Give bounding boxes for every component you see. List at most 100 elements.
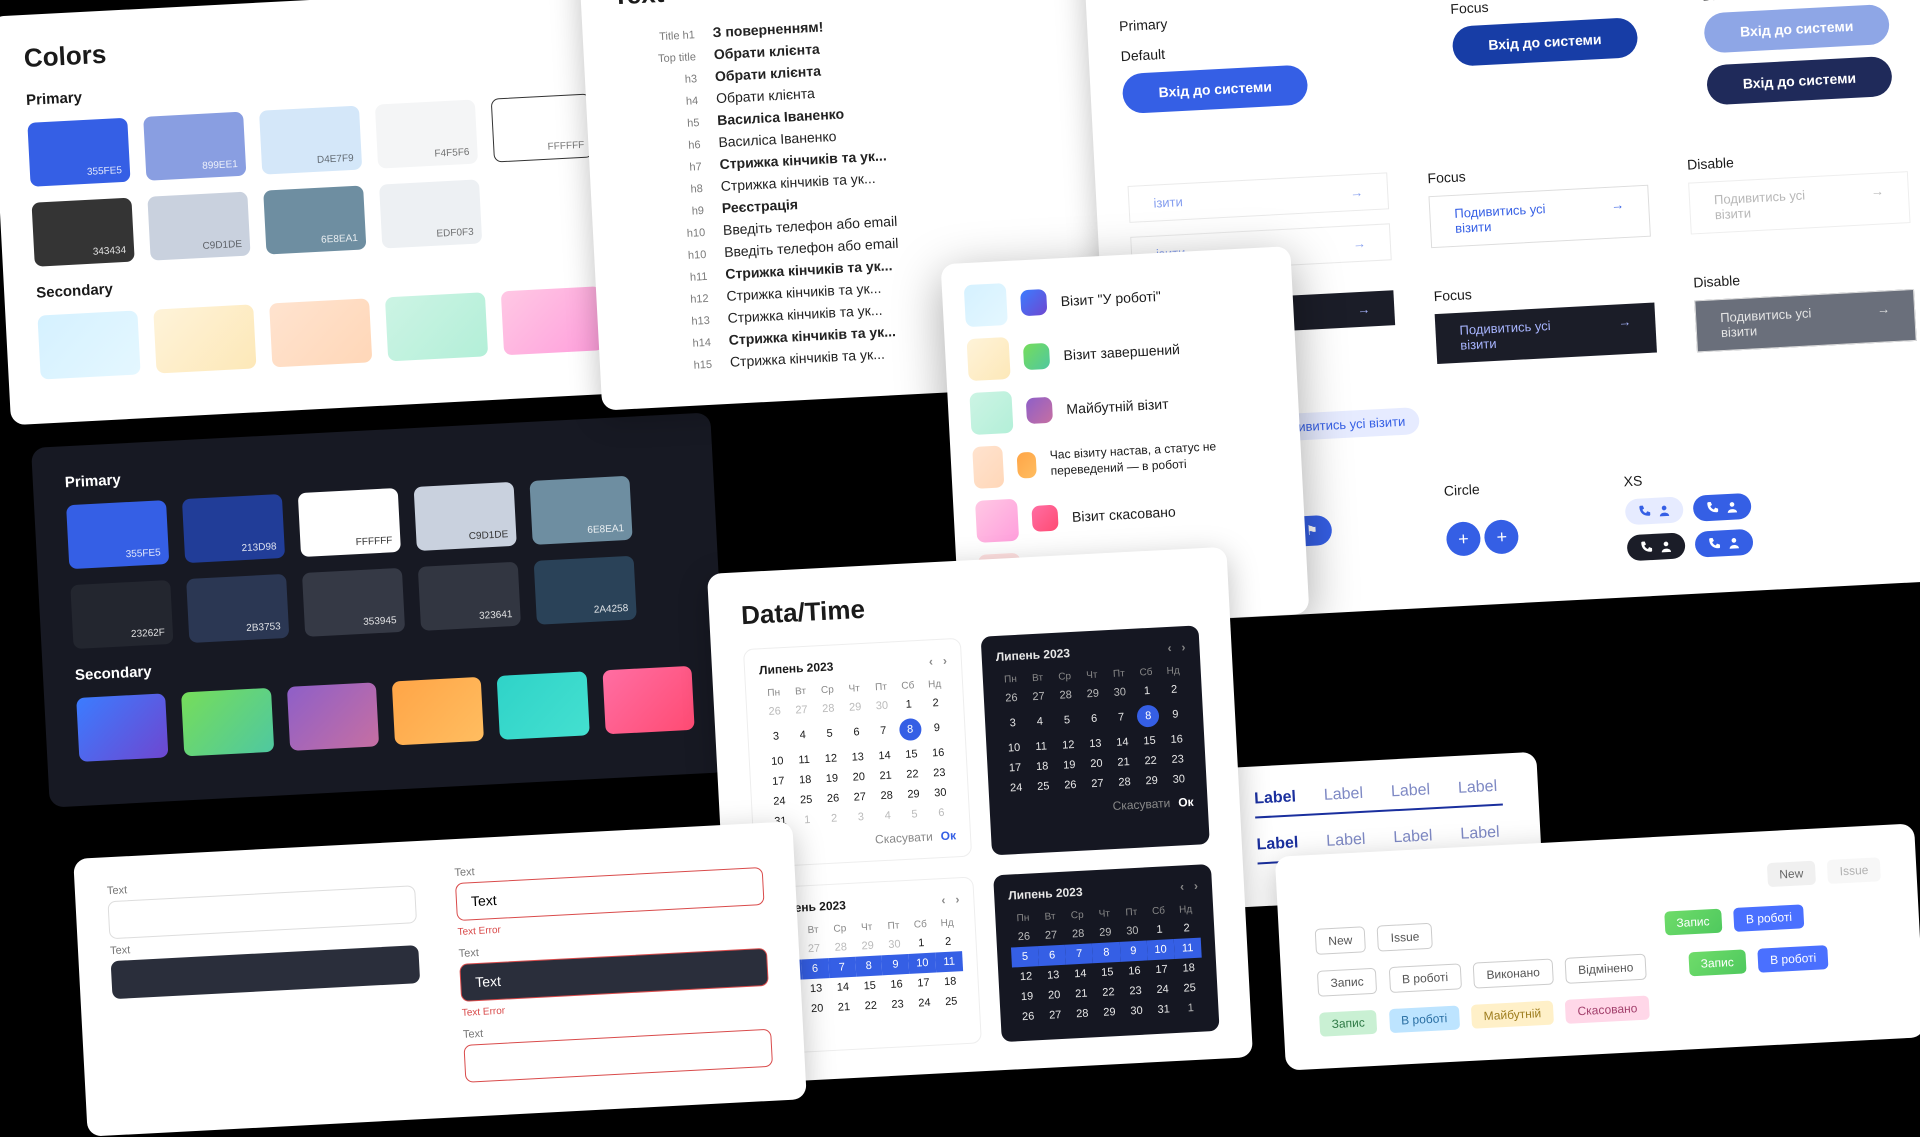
text-row-value: Стрижка кінчиків та ук... xyxy=(719,147,887,172)
swatch: 213D98 xyxy=(182,494,285,563)
swatch: 899EE1 xyxy=(143,112,246,181)
text-row-value: Введіть телефон або email xyxy=(723,213,898,238)
xs-chip[interactable] xyxy=(1693,493,1752,522)
focus-label: Focus xyxy=(1427,159,1648,186)
chevron-left-icon[interactable]: ‹ xyxy=(941,893,946,907)
legend-swatch xyxy=(1031,505,1058,532)
legend-swatch xyxy=(972,445,1004,489)
chevron-right-icon[interactable]: › xyxy=(942,654,947,668)
inputs-card: Text Text Text Text Error Text Text Erro… xyxy=(73,821,807,1136)
tag[interactable]: Issue xyxy=(1377,923,1433,952)
tab[interactable]: Label xyxy=(1460,824,1500,844)
text-row-value: Обрати клієнта xyxy=(715,63,822,85)
phone-icon xyxy=(1637,504,1652,519)
primary-button-dark[interactable]: Вхід до системи xyxy=(1706,56,1893,106)
circle-label: Circle xyxy=(1443,476,1584,499)
tab[interactable]: Label xyxy=(1256,834,1299,854)
user-icon xyxy=(1659,539,1674,554)
tag[interactable]: Запис xyxy=(1317,968,1377,997)
status-tag: Скасовано xyxy=(1565,996,1650,1024)
chevron-right-icon[interactable]: › xyxy=(955,892,960,906)
chevron-right-icon[interactable]: › xyxy=(1181,640,1186,654)
tags-card: New Issue New Issue Запис В роботі Запис… xyxy=(1275,823,1920,1070)
status-tag: Запис xyxy=(1664,909,1722,936)
swatch: C9D1DE xyxy=(147,192,250,261)
status-tag: Запис xyxy=(1319,1010,1377,1037)
primary-button[interactable]: Вхід до системи xyxy=(1122,64,1309,114)
swatch xyxy=(602,666,695,735)
ok-button[interactable]: Ок xyxy=(940,828,956,843)
text-row-value: Стрижка кінчиків та ук... xyxy=(726,280,882,304)
swatch xyxy=(269,298,372,367)
cancel-button[interactable]: Скасувати xyxy=(1112,796,1170,813)
chevron-left-icon[interactable]: ‹ xyxy=(929,654,934,668)
ghost-button[interactable]: ізити→ xyxy=(1128,172,1390,223)
disable-label: Disable xyxy=(1687,145,1908,172)
legend-label: Візит "У роботі" xyxy=(1060,288,1161,309)
text-row-label: h13 xyxy=(630,315,711,331)
calendar-dark[interactable]: Липень 2023‹› ПнВтСрЧтПтСбНд 26272829301… xyxy=(981,625,1210,855)
tab[interactable]: Label xyxy=(1254,788,1297,808)
legend-swatch xyxy=(1020,289,1047,316)
circle-add-button[interactable]: + xyxy=(1446,521,1482,557)
swatch xyxy=(287,682,380,751)
chevron-right-icon[interactable]: › xyxy=(1194,879,1199,893)
text-row-value: Обрати клієнта xyxy=(713,41,820,63)
chevron-left-icon[interactable]: ‹ xyxy=(1180,879,1185,893)
datetime-title: Data/Time xyxy=(740,576,1197,631)
phone-icon xyxy=(1705,500,1720,515)
tag[interactable]: Виконано xyxy=(1473,959,1554,989)
swatch xyxy=(76,693,169,762)
primary-button-focus[interactable]: Вхід до системи xyxy=(1451,17,1638,67)
swatch xyxy=(497,671,590,740)
tag[interactable]: New xyxy=(1767,861,1816,887)
text-row-value: Стрижка кінчиків та ук... xyxy=(730,346,886,370)
swatch: F4F5F6 xyxy=(375,99,478,168)
legend-swatch xyxy=(1026,397,1053,424)
legend-swatch xyxy=(1017,452,1037,479)
primary-heading: Primary xyxy=(1119,3,1411,34)
tag: Issue xyxy=(1827,857,1881,884)
cancel-button[interactable]: Скасувати xyxy=(875,830,933,847)
tab[interactable]: Label xyxy=(1323,785,1363,805)
chevron-left-icon[interactable]: ‹ xyxy=(1167,641,1172,655)
swatch: FFFFFF xyxy=(298,488,401,557)
xs-chip[interactable] xyxy=(1694,529,1753,558)
status-tag: В роботі xyxy=(1389,1005,1460,1033)
text-row-value: Стрижка кінчиків та ук... xyxy=(720,170,876,194)
xs-chip[interactable] xyxy=(1625,496,1684,525)
legend-label: Час візиту настав, а статус не переведен… xyxy=(1049,437,1271,480)
calendar-dark-range[interactable]: Липень 2023‹› ПнВтСрЧтПтСбНд 26272829301… xyxy=(993,864,1219,1042)
text-row-label: h14 xyxy=(631,337,712,353)
swatch: 323641 xyxy=(418,562,521,631)
tab[interactable]: Label xyxy=(1326,831,1366,851)
colors-title: Colors xyxy=(23,13,590,74)
disable-label: Disable xyxy=(1702,0,1915,4)
text-row-value: Василіса Іваненко xyxy=(718,128,837,150)
text-row-label: Title h1 xyxy=(615,29,696,45)
swatch: 2A4258 xyxy=(534,556,637,625)
tab[interactable]: Label xyxy=(1391,781,1431,801)
swatch xyxy=(385,292,488,361)
text-row-value: Стрижка кінчиків та ук... xyxy=(727,302,883,326)
legend-label: Майбутній візит xyxy=(1066,396,1169,417)
text-row-label: h7 xyxy=(622,161,703,177)
ok-button[interactable]: Ок xyxy=(1178,795,1194,810)
xs-chip[interactable] xyxy=(1626,532,1685,561)
tag[interactable]: New xyxy=(1315,926,1366,955)
xs-label: XS xyxy=(1623,462,1844,489)
legend-label: Візит завершений xyxy=(1063,341,1180,363)
legend-swatch xyxy=(1023,343,1050,370)
circle-add-button[interactable]: + xyxy=(1484,519,1520,555)
legend-swatch xyxy=(975,499,1019,543)
ghost-button-focus[interactable]: Подивитись усі візити→ xyxy=(1428,185,1650,248)
swatch: C9D1DE xyxy=(414,482,517,551)
tag[interactable]: Відмінено xyxy=(1565,954,1647,984)
text-row-label: h4 xyxy=(618,95,699,111)
ghost-button-dark-focus[interactable]: Подивитись усі візити→ xyxy=(1435,303,1657,364)
text-row-label: h6 xyxy=(620,139,701,155)
tab[interactable]: Label xyxy=(1458,778,1498,798)
tag[interactable]: В роботі xyxy=(1388,963,1461,993)
swatch: FFFFFF xyxy=(491,93,594,162)
tab[interactable]: Label xyxy=(1393,827,1433,847)
